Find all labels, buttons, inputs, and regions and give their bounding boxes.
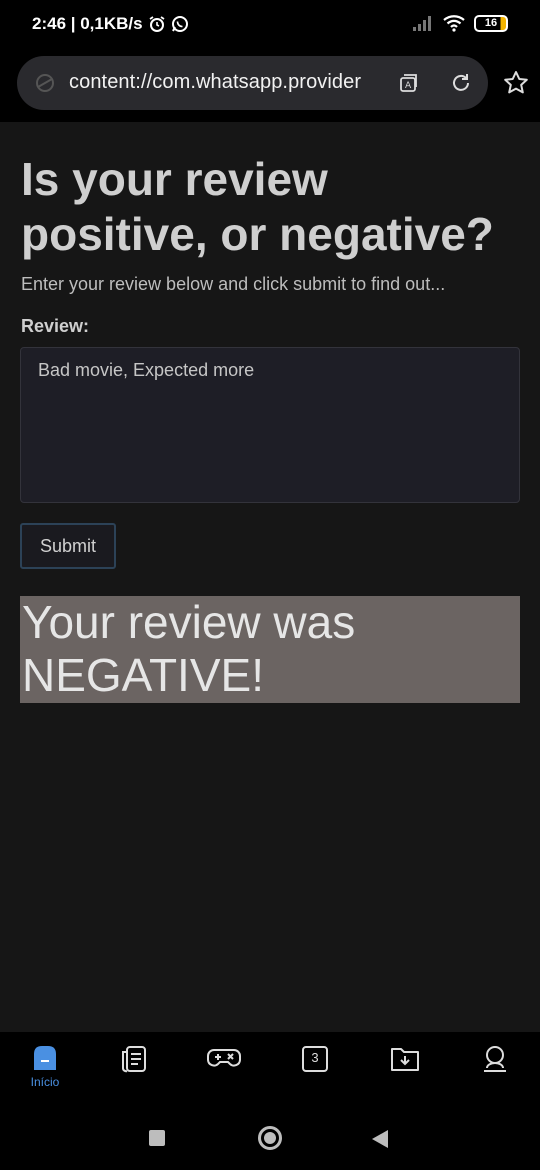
reload-icon[interactable]	[450, 72, 472, 94]
web-content: Is your review positive, or negative? En…	[0, 122, 540, 1032]
nav-articles[interactable]	[109, 1044, 159, 1074]
tabs-count: 3	[311, 1050, 319, 1065]
articles-icon	[122, 1046, 146, 1073]
games-icon	[207, 1049, 241, 1067]
bookmark-star-icon[interactable]	[503, 70, 529, 96]
browser-toolbar: content://com.whatsapp.provider A	[0, 50, 540, 122]
back-button[interactable]	[372, 1130, 388, 1148]
time-and-speed: 2:46 | 0,1KB/s	[32, 14, 143, 33]
nav-profile[interactable]	[470, 1044, 520, 1074]
nav-home[interactable]: Início	[20, 1044, 70, 1089]
nav-downloads[interactable]	[380, 1044, 430, 1074]
submit-button[interactable]: Submit	[20, 523, 116, 569]
status-left: 2:46 | 0,1KB/s	[32, 14, 189, 34]
downloads-icon	[391, 1048, 419, 1071]
nav-tabs[interactable]: 3	[290, 1044, 340, 1074]
site-info-icon[interactable]	[35, 73, 55, 93]
review-label: Review:	[21, 316, 90, 336]
battery-icon: 16	[474, 14, 508, 32]
whatsapp-icon	[171, 16, 188, 32]
page-title: Is your review positive, or negative?	[21, 153, 494, 260]
nav-games[interactable]	[199, 1044, 249, 1074]
bottom-navigation: Início 3	[0, 1032, 540, 1102]
recents-button[interactable]	[149, 1130, 165, 1146]
review-textarea[interactable]: Bad movie, Expected more	[20, 347, 520, 503]
signal-icon	[413, 16, 431, 31]
address-bar[interactable]: content://com.whatsapp.provider A	[17, 56, 488, 110]
home-button[interactable]	[258, 1126, 282, 1150]
translate-icon[interactable]: A	[397, 72, 419, 94]
alarm-icon	[149, 16, 165, 32]
url-text[interactable]: content://com.whatsapp.provider	[69, 71, 361, 94]
result-banner: Your review was NEGATIVE!	[20, 596, 520, 703]
wifi-icon	[443, 15, 465, 32]
profile-icon	[484, 1046, 506, 1072]
page-subtitle: Enter your review below and click submit…	[21, 274, 446, 294]
status-bar: 2:46 | 0,1KB/s 16	[0, 0, 540, 50]
home-icon	[34, 1046, 56, 1070]
result-text: Your review was NEGATIVE!	[22, 596, 356, 701]
status-right: 16	[404, 14, 508, 32]
review-text[interactable]: Bad movie, Expected more	[38, 360, 254, 381]
system-navigation-bar	[0, 1102, 540, 1170]
nav-home-label: Início	[30, 1075, 60, 1089]
svg-text:A: A	[405, 81, 412, 91]
